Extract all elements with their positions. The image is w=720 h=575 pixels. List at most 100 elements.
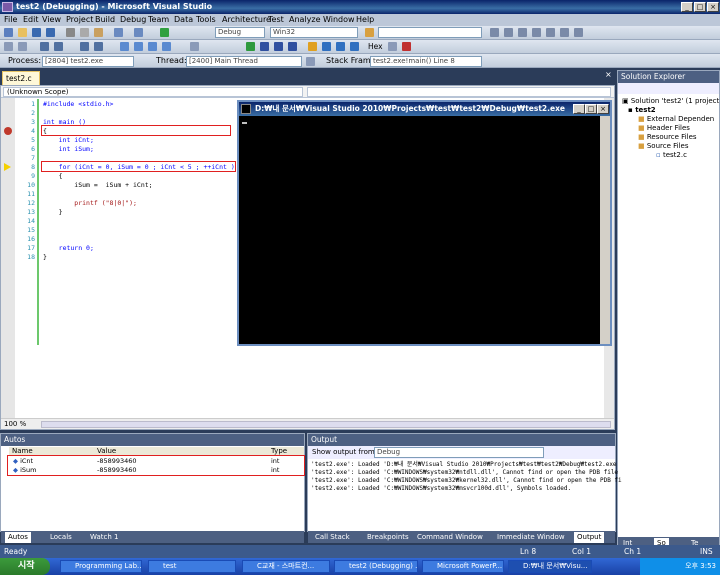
row-value[interactable]: -858993460 xyxy=(97,457,137,465)
output-source-select[interactable]: Debug xyxy=(374,447,544,458)
find-input[interactable] xyxy=(378,27,482,38)
save-icon[interactable] xyxy=(32,28,41,37)
break-all-icon[interactable] xyxy=(260,42,269,51)
menu-edit[interactable]: Edit xyxy=(23,14,39,26)
tree-resource-files[interactable]: ■ Resource Files xyxy=(638,133,697,142)
tab-output[interactable]: Output xyxy=(574,532,605,543)
breakpoint-icon[interactable] xyxy=(4,127,12,135)
tree-file-test2-c[interactable]: ▫ test2.c xyxy=(656,151,687,160)
show-next-statement-icon[interactable] xyxy=(308,42,317,51)
process-select[interactable]: [2804] test2.exe xyxy=(42,56,134,67)
tree-header-files[interactable]: ■ Header Files xyxy=(638,124,690,133)
console-scrollbar[interactable] xyxy=(600,116,610,344)
console-window[interactable]: D:₩내 문서₩Visual Studio 2010₩Projects₩test… xyxy=(237,100,612,346)
align-icon[interactable] xyxy=(18,42,27,51)
paste-icon[interactable] xyxy=(94,28,103,37)
toolbar-options-icon[interactable] xyxy=(574,28,583,37)
outdent-icon[interactable] xyxy=(54,42,63,51)
cut-icon[interactable] xyxy=(66,28,75,37)
restart-icon[interactable] xyxy=(288,42,297,51)
step-over-icon[interactable] xyxy=(336,42,345,51)
task-powerpoint[interactable]: Microsoft PowerP... xyxy=(422,560,504,573)
output-window-icon[interactable] xyxy=(402,42,411,51)
indent-icon[interactable] xyxy=(40,42,49,51)
menu-team[interactable]: Team xyxy=(148,14,169,26)
menu-window[interactable]: Window xyxy=(323,14,355,26)
breakpoint-gutter[interactable] xyxy=(1,98,15,418)
tab-autos[interactable]: Autos xyxy=(5,532,31,543)
menu-analyze[interactable]: Analyze xyxy=(289,14,321,26)
breakpoints-window-icon[interactable] xyxy=(388,42,397,51)
task-programming-lab[interactable]: Programming Lab... xyxy=(60,560,142,573)
maximize-button[interactable]: □ xyxy=(694,2,706,12)
tab-breakpoints[interactable]: Breakpoints xyxy=(364,532,412,543)
next-bookmark-icon[interactable] xyxy=(148,42,157,51)
start-debugging-icon[interactable] xyxy=(160,28,169,37)
start-button[interactable]: 시작 xyxy=(0,558,50,575)
start-page-icon[interactable] xyxy=(546,28,555,37)
new-project-icon[interactable] xyxy=(4,28,13,37)
console-minimize-button[interactable]: _ xyxy=(573,104,585,114)
tab-locals[interactable]: Locals xyxy=(47,532,75,543)
hex-toggle[interactable]: Hex xyxy=(368,41,383,53)
menu-architecture[interactable]: Architecture xyxy=(222,14,271,26)
task-visual-studio[interactable]: test2 (Debugging) ... xyxy=(334,560,418,573)
step-into-icon[interactable] xyxy=(322,42,331,51)
menu-project[interactable]: Project xyxy=(66,14,93,26)
bookmark-icon[interactable] xyxy=(120,42,129,51)
menu-tools[interactable]: Tools xyxy=(196,14,216,26)
uncomment-icon[interactable] xyxy=(94,42,103,51)
tab-immediate-window[interactable]: Immediate Window xyxy=(494,532,568,543)
properties-icon[interactable] xyxy=(504,28,513,37)
table-row[interactable]: ◆ iCnt xyxy=(13,457,33,465)
stack-frame-select[interactable]: test2.exe!main() Line 8 xyxy=(370,56,482,67)
toolbox-icon[interactable] xyxy=(532,28,541,37)
tree-external-dependencies[interactable]: ■ External Dependen xyxy=(638,115,714,124)
menu-help[interactable]: Help xyxy=(356,14,374,26)
menu-test[interactable]: Test xyxy=(268,14,284,26)
prev-bookmark-icon[interactable] xyxy=(134,42,143,51)
task-c-textbook[interactable]: C교재 - 스마트컨... xyxy=(242,560,330,573)
menu-debug[interactable]: Debug xyxy=(120,14,146,26)
tab-watch-1[interactable]: Watch 1 xyxy=(87,532,121,543)
comment-icon[interactable] xyxy=(80,42,89,51)
configuration-select[interactable]: Debug xyxy=(215,27,265,38)
console-close-button[interactable]: × xyxy=(597,104,609,114)
close-button[interactable]: × xyxy=(707,2,719,12)
redo-icon[interactable] xyxy=(134,28,143,37)
clear-bookmarks-icon[interactable] xyxy=(162,42,171,51)
member-select[interactable] xyxy=(307,87,611,97)
thread-select[interactable]: [2400] Main Thread xyxy=(186,56,302,67)
continue-icon[interactable] xyxy=(246,42,255,51)
debug-windows-icon[interactable] xyxy=(190,42,199,51)
close-tab-icon[interactable]: × xyxy=(605,70,612,79)
task-test[interactable]: test xyxy=(148,560,236,573)
menu-build[interactable]: Build xyxy=(95,14,115,26)
solution-explorer-icon[interactable] xyxy=(490,28,499,37)
save-all-icon[interactable] xyxy=(46,28,55,37)
tab-call-stack[interactable]: Call Stack xyxy=(312,532,353,543)
zoom-level[interactable]: 100 % xyxy=(4,420,26,428)
tab-test2-c[interactable]: test2.c xyxy=(2,71,40,85)
tree-source-files[interactable]: ■ Source Files xyxy=(638,142,688,151)
step-out-icon[interactable] xyxy=(350,42,359,51)
stop-debugging-icon[interactable] xyxy=(274,42,283,51)
minimize-button[interactable]: _ xyxy=(681,2,693,12)
open-file-icon[interactable] xyxy=(18,28,27,37)
tree-project[interactable]: ▪ test2 xyxy=(628,106,656,115)
tree-solution[interactable]: ▣ Solution 'test2' (1 project xyxy=(622,97,719,106)
copy-icon[interactable] xyxy=(80,28,89,37)
layout-icon[interactable] xyxy=(4,42,13,51)
menu-data[interactable]: Data xyxy=(174,14,193,26)
table-row[interactable]: ◆ iSum xyxy=(13,466,36,474)
task-console[interactable]: D:₩내 문서₩Visu... xyxy=(508,560,592,573)
menu-file[interactable]: File xyxy=(4,14,17,26)
find-icon[interactable] xyxy=(365,28,374,37)
scope-select[interactable]: (Unknown Scope) xyxy=(3,87,303,97)
console-maximize-button[interactable]: □ xyxy=(585,104,597,114)
object-browser-icon[interactable] xyxy=(518,28,527,37)
flag-icon[interactable] xyxy=(306,57,315,66)
menu-view[interactable]: View xyxy=(42,14,61,26)
console-output[interactable] xyxy=(239,116,600,344)
extension-manager-icon[interactable] xyxy=(560,28,569,37)
